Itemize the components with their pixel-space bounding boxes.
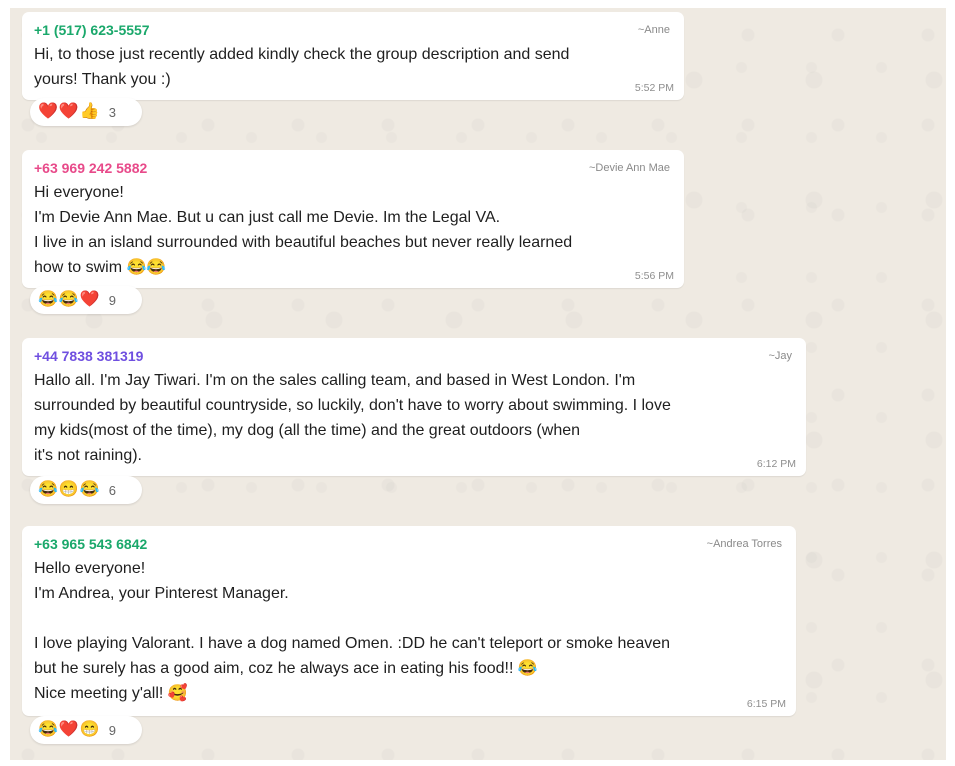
laughing-tears-icon: 😂	[38, 721, 58, 738]
heart-icon: ❤️	[79, 291, 100, 308]
grinning-face-icon: 😁	[79, 721, 100, 738]
laughing-tears-icon: 😂	[38, 481, 58, 498]
message-text: Hello everyone! I'm Andrea, your Pintere…	[34, 560, 671, 702]
reactions-pill[interactable]: 😂 ❤️ 😁 9	[30, 716, 142, 744]
message-text: Hallo all. I'm Jay Tiwari. I'm on the sa…	[34, 372, 671, 464]
message-time: 6:12 PM	[756, 458, 796, 470]
heart-icon: ❤️	[58, 721, 79, 738]
sender-name: ~Anne	[637, 24, 670, 36]
laughing-tears-icon: 😂	[58, 291, 79, 308]
laughing-tears-icon: 😂	[79, 481, 100, 498]
message-header: +1 (517) 623-5557 ~Anne	[34, 20, 674, 40]
message-text: Hi everyone! I'm Devie Ann Mae. But u ca…	[34, 184, 573, 276]
message-time: 5:52 PM	[634, 82, 674, 94]
reactions-pill[interactable]: 😂 😁 😂 6	[30, 476, 142, 504]
reaction-count: 9	[108, 292, 116, 308]
heart-icon: ❤️	[58, 103, 79, 120]
sender-name: ~Devie Ann Mae	[588, 162, 670, 174]
thumbs-up-icon: 👍	[79, 103, 100, 120]
grinning-face-icon: 😁	[58, 481, 79, 498]
reaction-count: 9	[108, 722, 116, 738]
laughing-tears-icon: 😂	[38, 291, 58, 308]
heart-icon: ❤️	[38, 103, 58, 120]
sender-phone[interactable]: +63 969 242 5882	[34, 160, 147, 176]
sender-phone[interactable]: +1 (517) 623-5557	[34, 22, 150, 38]
message-time: 5:56 PM	[634, 270, 674, 282]
message-bubble[interactable]: +63 965 543 6842 ~Andrea Torres Hello ev…	[22, 526, 796, 716]
message-header: +63 965 543 6842 ~Andrea Torres	[34, 534, 786, 554]
reactions-pill[interactable]: ❤️ ❤️ 👍 3	[30, 98, 142, 126]
reaction-count: 6	[108, 482, 116, 498]
message-time: 6:15 PM	[746, 698, 786, 710]
reaction-count: 3	[108, 104, 116, 120]
message-bubble[interactable]: +1 (517) 623-5557 ~Anne Hi, to those jus…	[22, 12, 684, 100]
message-header: +44 7838 381319 ~Jay	[34, 346, 796, 366]
sender-name: ~Andrea Torres	[706, 538, 782, 550]
message-bubble[interactable]: +63 969 242 5882 ~Devie Ann Mae Hi every…	[22, 150, 684, 288]
message-header: +63 969 242 5882 ~Devie Ann Mae	[34, 158, 674, 178]
sender-name: ~Jay	[768, 350, 792, 362]
message-bubble[interactable]: +44 7838 381319 ~Jay Hallo all. I'm Jay …	[22, 338, 806, 476]
reactions-pill[interactable]: 😂 😂 ❤️ 9	[30, 286, 142, 314]
sender-phone[interactable]: +63 965 543 6842	[34, 536, 147, 552]
message-text: Hi, to those just recently added kindly …	[34, 46, 570, 88]
sender-phone[interactable]: +44 7838 381319	[34, 348, 143, 364]
